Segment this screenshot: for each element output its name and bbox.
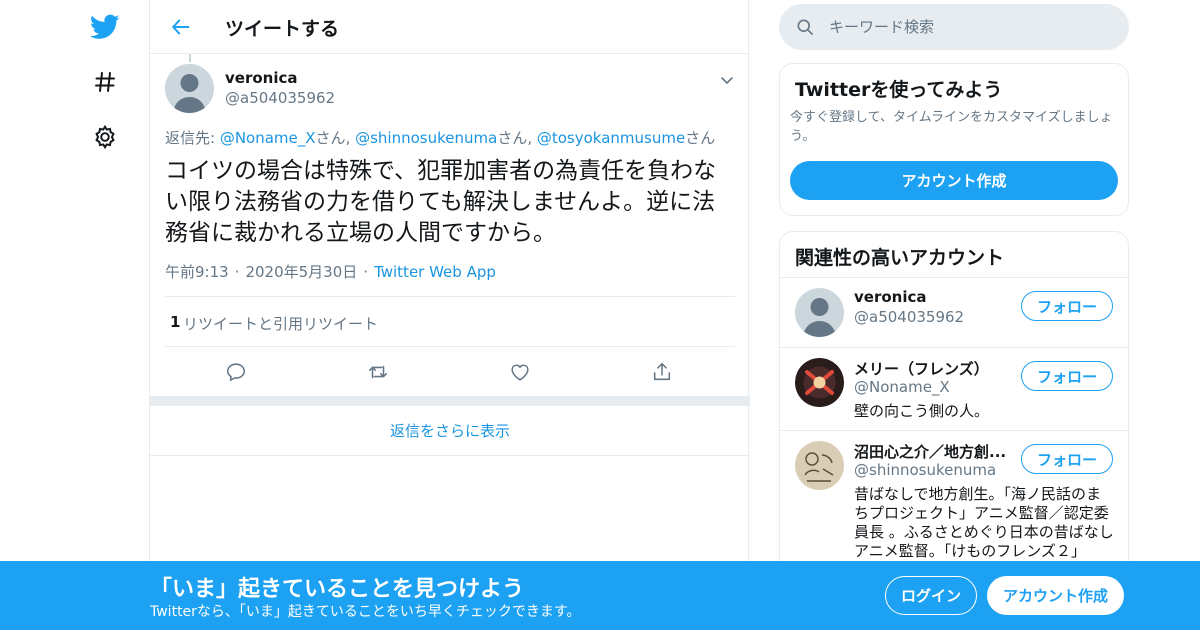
mention-suffix: さん	[497, 129, 528, 147]
signup-card-description: 今すぐ登録して、タイムラインをカスタマイズしましょう。	[790, 110, 1113, 144]
page-header: ツイートする	[150, 0, 748, 54]
account-bio: 壁の向こう側の人。	[854, 402, 990, 420]
avatar[interactable]	[795, 288, 844, 337]
hashtag-icon[interactable]	[88, 65, 122, 99]
login-button[interactable]: ログイン	[885, 576, 977, 615]
section-divider	[150, 396, 750, 406]
related-accounts-title: 関連性の高いアカウント	[795, 247, 1005, 269]
signup-prompt-bar: 「いま」起きていることを見つけよう Twitterなら、「いま」起きていることを…	[0, 561, 1200, 630]
account-handle[interactable]: @shinnosukenuma	[854, 461, 996, 479]
tweet-time[interactable]: 午前9:13	[165, 263, 229, 281]
retweet-label[interactable]: リツイートと引用リツイート	[183, 313, 378, 334]
signup-button[interactable]: アカウント作成	[987, 576, 1124, 615]
like-heart-icon[interactable]	[504, 356, 536, 388]
mention-link[interactable]: @Noname_X	[220, 129, 316, 147]
search-icon	[795, 17, 815, 37]
main-column: ツイートする veronica @a504035962 返信先: @Noname…	[149, 0, 750, 630]
tweet-source[interactable]: Twitter Web App	[374, 263, 496, 281]
twitter-bird-icon[interactable]	[88, 10, 122, 44]
avatar[interactable]	[795, 358, 844, 407]
page-title: ツイートする	[225, 18, 340, 40]
account-name[interactable]: 沼田心之介／地方創...	[854, 441, 1014, 462]
follow-button[interactable]: フォロー	[1021, 291, 1113, 321]
retweet-icon[interactable]	[362, 356, 394, 388]
tweet-meta: 午前9:13 · 2020年5月30日 · Twitter Web App	[165, 261, 496, 282]
reply-prefix: 返信先:	[165, 129, 220, 147]
list-item[interactable]: 沼田心之介／地方創... @shinnosukenuma 昔ばなしで地方創生。「…	[780, 430, 1128, 575]
separator-dot: ·	[363, 263, 369, 281]
prompt-subtitle: Twitterなら、「いま」起きていることをいち早くチェックできます。	[150, 604, 581, 620]
tweet-text: コイツの場合は特殊で、犯罪加害者の為責任を負わない限り法務省の力を借りても解決し…	[165, 158, 717, 246]
mention-suffix: さん	[315, 129, 346, 147]
back-arrow-icon[interactable]	[164, 10, 198, 44]
left-nav-rail	[0, 0, 150, 630]
follow-button[interactable]: フォロー	[1021, 444, 1113, 474]
account-handle[interactable]: @Noname_X	[854, 378, 950, 396]
related-accounts-list: veronica @a504035962 フォロー メリー（フレンズ） @Non…	[780, 277, 1128, 575]
reply-icon[interactable]	[220, 356, 252, 388]
account-bio: 昔ばなしで地方創生。「海ノ民話のまちプロジェクト」アニメ監督／認定委員長 。ふる…	[854, 485, 1114, 560]
mention-separator: ,	[345, 129, 356, 147]
create-account-button[interactable]: アカウント作成	[790, 161, 1118, 200]
show-more-replies-link[interactable]: 返信をさらに表示	[150, 406, 750, 456]
search-input[interactable]	[829, 12, 1109, 42]
mention-suffix: さん	[685, 129, 716, 147]
mention-separator: ,	[527, 129, 537, 147]
follow-button[interactable]: フォロー	[1021, 361, 1113, 391]
list-item[interactable]: メリー（フレンズ） @Noname_X 壁の向こう側の人。 フォロー	[780, 347, 1128, 430]
avatar[interactable]	[165, 64, 214, 113]
separator-dot: ·	[234, 263, 240, 281]
retweet-count[interactable]: 1	[170, 313, 180, 331]
signup-card: Twitterを使ってみよう 今すぐ登録して、タイムラインをカスタマイズしましょ…	[779, 63, 1129, 216]
avatar[interactable]	[795, 441, 844, 490]
tweet-stats: 1 リツイートと引用リツイート	[165, 296, 735, 347]
account-handle[interactable]: @a504035962	[854, 308, 964, 326]
account-name[interactable]: veronica	[854, 288, 1014, 306]
signup-card-title: Twitterを使ってみよう	[795, 79, 1003, 101]
prompt-title: 「いま」起きていることを見つけよう	[150, 577, 525, 602]
author-name[interactable]: veronica	[225, 69, 298, 87]
tweet-date[interactable]: 2020年5月30日	[245, 263, 357, 281]
mention-link[interactable]: @tosyokanmusume	[537, 129, 685, 147]
thread-connector	[189, 54, 191, 62]
related-accounts-card: 関連性の高いアカウント veronica @a504035962 フォロー メリ…	[779, 231, 1129, 576]
chevron-down-icon[interactable]	[719, 72, 735, 88]
reply-to-line: 返信先: @Noname_Xさん, @shinnosukenumaさん, @to…	[165, 127, 715, 148]
search-box	[779, 4, 1129, 50]
list-item[interactable]: veronica @a504035962 フォロー	[780, 277, 1128, 347]
tweet-actions	[150, 356, 750, 388]
author-handle[interactable]: @a504035962	[225, 89, 335, 107]
mention-link[interactable]: @shinnosukenuma	[355, 129, 497, 147]
share-icon[interactable]	[646, 356, 678, 388]
gear-icon[interactable]	[88, 120, 122, 154]
account-name[interactable]: メリー（フレンズ）	[854, 358, 1014, 379]
tweet-author: veronica @a504035962	[165, 64, 735, 114]
